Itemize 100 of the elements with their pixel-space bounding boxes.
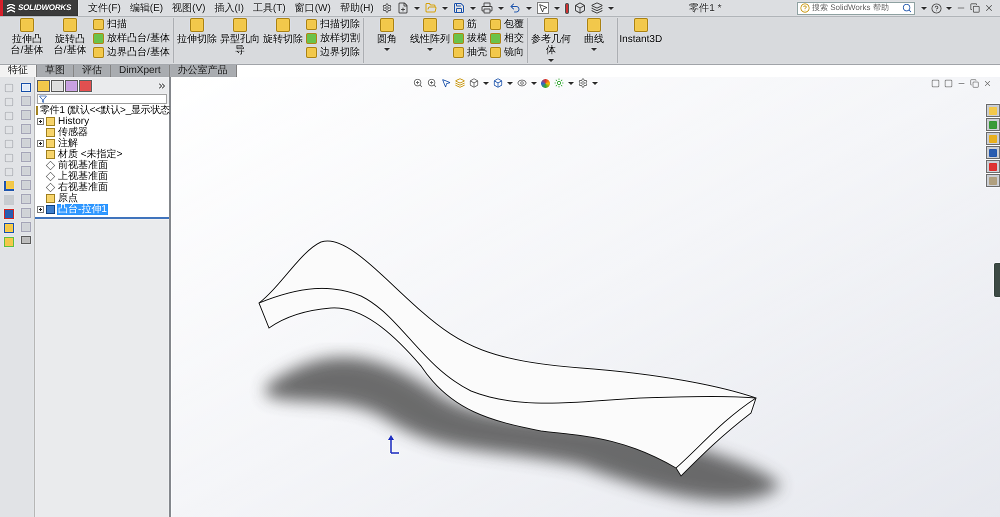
- tab[interactable]: 办公室产品: [170, 65, 237, 77]
- tab[interactable]: 草图: [37, 65, 74, 77]
- ribbon-button[interactable]: 扫描: [93, 18, 170, 31]
- search-icon[interactable]: [902, 3, 912, 13]
- tab[interactable]: DimXpert: [111, 65, 170, 77]
- caret-icon[interactable]: [483, 82, 489, 84]
- ribbon-button[interactable]: 线性阵列: [410, 18, 450, 45]
- print-icon[interactable]: [480, 2, 493, 14]
- undo-icon[interactable]: [508, 2, 521, 14]
- ribbon-button[interactable]: 相交: [490, 32, 524, 45]
- ribbon-button[interactable]: 抽壳: [452, 46, 487, 59]
- caret-icon[interactable]: [554, 6, 560, 10]
- task-pane-tab[interactable]: [986, 146, 1000, 159]
- pointer-icon[interactable]: [441, 78, 451, 88]
- tab[interactable]: 评估: [74, 65, 111, 77]
- ribbon-button[interactable]: Instant3D: [620, 18, 661, 45]
- panel-icon[interactable]: [20, 236, 30, 244]
- tree-item[interactable]: 注解: [57, 138, 79, 149]
- tree-item[interactable]: 上视基准面: [57, 171, 109, 182]
- ribbon-button[interactable]: 旋转凸台/基体: [50, 18, 90, 56]
- menu-item[interactable]: 插入(I): [214, 0, 244, 16]
- new-file-icon[interactable]: [396, 2, 409, 14]
- ribbon-button[interactable]: 拉伸切除: [176, 18, 217, 45]
- zoom-icon[interactable]: [427, 78, 437, 88]
- ribbon-button[interactable]: 异型孔向导: [220, 18, 260, 56]
- tab[interactable]: 特征: [0, 65, 37, 77]
- panel-handle[interactable]: [994, 263, 1000, 297]
- caret-icon[interactable]: [470, 6, 476, 10]
- menu-item[interactable]: 文件(F): [88, 0, 121, 16]
- task-pane-tab[interactable]: [986, 174, 1000, 187]
- tile-icon[interactable]: [944, 78, 953, 88]
- expand-toggle[interactable]: [36, 206, 44, 213]
- ribbon-button[interactable]: 筋: [452, 18, 487, 31]
- select-pointer-icon[interactable]: [536, 2, 549, 14]
- caret-icon[interactable]: [426, 48, 433, 51]
- caret-icon[interactable]: [531, 82, 537, 84]
- caret-icon[interactable]: [507, 82, 513, 84]
- close-icon[interactable]: [984, 3, 994, 13]
- feature-manager-tab[interactable]: [37, 80, 50, 92]
- restore-icon[interactable]: [970, 78, 979, 88]
- caret-icon[interactable]: [590, 48, 597, 51]
- table-icon[interactable]: [20, 83, 30, 92]
- expand-toggle[interactable]: [36, 118, 44, 125]
- task-pane-tab[interactable]: [986, 160, 1000, 173]
- menu-item[interactable]: 工具(T): [252, 0, 286, 16]
- save-icon[interactable]: [452, 2, 465, 14]
- restore-icon[interactable]: [970, 3, 980, 13]
- ribbon-button[interactable]: 扫描切除: [306, 18, 360, 31]
- ribbon-button[interactable]: 圆角: [366, 18, 407, 45]
- task-pane-tab[interactable]: [986, 132, 1000, 145]
- caret-icon[interactable]: [384, 48, 390, 51]
- box-icon[interactable]: [574, 2, 586, 14]
- ribbon-button[interactable]: 包覆: [490, 18, 524, 31]
- ribbon-button[interactable]: 曲线: [574, 18, 614, 45]
- ribbon-button[interactable]: 参考几何体: [530, 18, 571, 56]
- caret-icon[interactable]: [414, 6, 420, 10]
- tree-item[interactable]: 前视基准面: [57, 160, 109, 171]
- color-wheel-icon[interactable]: [541, 78, 550, 88]
- ribbon-button[interactable]: 放样凸台/基体: [93, 32, 170, 45]
- caret-icon[interactable]: [592, 82, 598, 84]
- help-icon[interactable]: [931, 2, 942, 14]
- ribbon-button[interactable]: 拔模: [452, 32, 487, 45]
- search-field[interactable]: 搜索 SolidWorks 帮助: [797, 2, 915, 14]
- caret-icon[interactable]: [498, 6, 504, 10]
- caret-icon[interactable]: [526, 6, 532, 10]
- menu-item[interactable]: 窗口(W): [294, 0, 331, 16]
- zoom-icon[interactable]: [413, 78, 423, 88]
- ribbon-button[interactable]: 镜向: [490, 46, 524, 59]
- filter-icon[interactable]: [39, 95, 47, 103]
- caret-icon[interactable]: [608, 6, 614, 10]
- caret-icon[interactable]: [946, 6, 952, 10]
- scene-icon[interactable]: [554, 78, 564, 88]
- ribbon-button[interactable]: 拉伸凸台/基体: [7, 18, 47, 56]
- ribbon-button[interactable]: 旋转切除: [262, 18, 303, 45]
- tree-item[interactable]: 右视基准面: [57, 182, 109, 193]
- caret-icon[interactable]: [568, 82, 574, 84]
- configuration-tab[interactable]: [65, 80, 78, 92]
- close-icon[interactable]: [983, 78, 992, 88]
- task-pane-tab[interactable]: [986, 104, 1000, 117]
- caret-icon[interactable]: [442, 6, 448, 10]
- property-tab[interactable]: [51, 80, 64, 92]
- menu-item[interactable]: 编辑(E): [130, 0, 164, 16]
- sketch-icon[interactable]: [4, 181, 14, 191]
- caret-icon[interactable]: [548, 59, 554, 62]
- expand-panel-icon[interactable]: [157, 81, 167, 91]
- menu-item[interactable]: 视图(V): [172, 0, 206, 16]
- 3d-part-drawing[interactable]: [258, 240, 756, 476]
- tree-item[interactable]: 原点: [57, 193, 79, 204]
- task-pane-tab[interactable]: [986, 118, 1000, 131]
- caret-icon[interactable]: [921, 6, 927, 10]
- tree-item[interactable]: History: [57, 116, 90, 127]
- ribbon-button[interactable]: 边界凸台/基体: [93, 46, 170, 59]
- eye-icon[interactable]: [517, 78, 527, 88]
- ribbon-button[interactable]: 放样切割: [306, 32, 360, 45]
- settings-icon[interactable]: [578, 78, 588, 88]
- tile-icon[interactable]: [931, 78, 940, 88]
- expand-toggle[interactable]: [36, 140, 44, 147]
- tree-item[interactable]: 材质 <未指定>: [57, 149, 124, 160]
- tree-item[interactable]: 传感器: [57, 127, 89, 138]
- layers-icon[interactable]: [590, 2, 603, 14]
